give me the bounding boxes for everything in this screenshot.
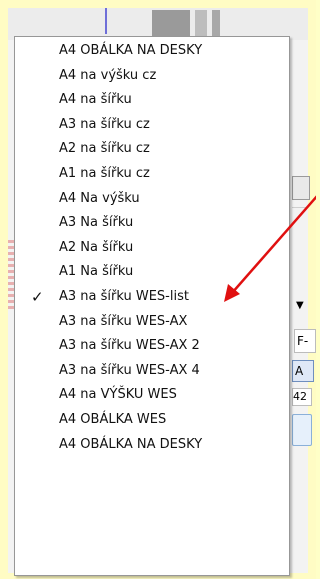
- menu-item[interactable]: A4 na VÝŠKU WES: [15, 383, 289, 408]
- menu-item-label: A4 OBÁLKA NA DESKY: [59, 436, 203, 452]
- menu-item[interactable]: A3 na šířku WES-AX 4: [15, 359, 289, 384]
- divider: [292, 207, 308, 208]
- background-number-field[interactable]: 42: [292, 388, 312, 406]
- menu-item-label: A3 na šířku WES-AX: [59, 313, 188, 329]
- menu-item[interactable]: A3 na šířku cz: [15, 113, 289, 138]
- toolbar-block: [152, 10, 190, 36]
- ruler-marker: [105, 8, 107, 34]
- menu-item[interactable]: A4 OBÁLKA NA DESKY: [15, 39, 289, 64]
- menu-item-label: A3 na šířku WES-AX 4: [59, 362, 200, 378]
- menu-item[interactable]: A1 na šířku cz: [15, 162, 289, 187]
- menu-item[interactable]: A1 Na šířku: [15, 260, 289, 285]
- menu-item-label: A3 Na šířku: [59, 215, 134, 231]
- checkmark-icon: ✓: [31, 287, 44, 306]
- menu-item-label: A2 na šířku cz: [59, 141, 150, 157]
- menu-item[interactable]: A4 na výšku cz: [15, 64, 289, 89]
- menu-item[interactable]: A3 na šířku WES-AX 2: [15, 334, 289, 359]
- menu-item[interactable]: A2 na šířku cz: [15, 137, 289, 162]
- background-field[interactable]: F-: [294, 329, 316, 353]
- background-a-button[interactable]: A: [292, 360, 314, 382]
- background-big-button[interactable]: [292, 414, 312, 446]
- page-setup-popup-menu: A4 OBÁLKA NA DESKY A4 na výšku cz A4 na ší…: [14, 36, 290, 576]
- dropdown-arrow-icon[interactable]: ▼: [296, 300, 304, 311]
- menu-item-label: A4 OBÁLKA NA DESKY: [59, 43, 203, 58]
- menu-item-label: A4 na šířku: [59, 92, 132, 108]
- menu-item-label: A4 OBÁLKA WES: [59, 411, 167, 427]
- menu-item-label: A1 na šířku cz: [59, 165, 150, 181]
- menu-item-label: A1 Na šířku: [59, 264, 134, 280]
- menu-item[interactable]: A3 Na šířku: [15, 211, 289, 236]
- menu-item[interactable]: ✓ A3 na šířku WES-list: [15, 285, 289, 310]
- menu-item[interactable]: A4 OBÁLKA NA DESKY: [15, 433, 289, 458]
- toolbar-block: [212, 10, 220, 36]
- toolbar-block: [195, 10, 207, 36]
- menu-item-label: A3 na šířku cz: [59, 116, 150, 132]
- menu-item-label: A4 na výšku cz: [59, 67, 157, 83]
- menu-item-label: A3 na šířku WES-AX 2: [59, 338, 200, 354]
- menu-item[interactable]: A3 na šířku WES-AX: [15, 310, 289, 335]
- menu-item[interactable]: A2 Na šířku: [15, 236, 289, 261]
- menu-item[interactable]: A4 Na výšku: [15, 187, 289, 212]
- menu-item-label: A4 na VÝŠKU WES: [59, 387, 177, 403]
- menu-item-label: A2 Na šířku: [59, 239, 134, 255]
- menu-item[interactable]: A4 na šířku: [15, 88, 289, 113]
- background-button[interactable]: [292, 176, 310, 200]
- menu-item-label: A4 Na výšku: [59, 190, 140, 206]
- menu-item-label: A3 na šířku WES-list: [59, 288, 189, 304]
- menu-item[interactable]: A4 OBÁLKA WES: [15, 408, 289, 433]
